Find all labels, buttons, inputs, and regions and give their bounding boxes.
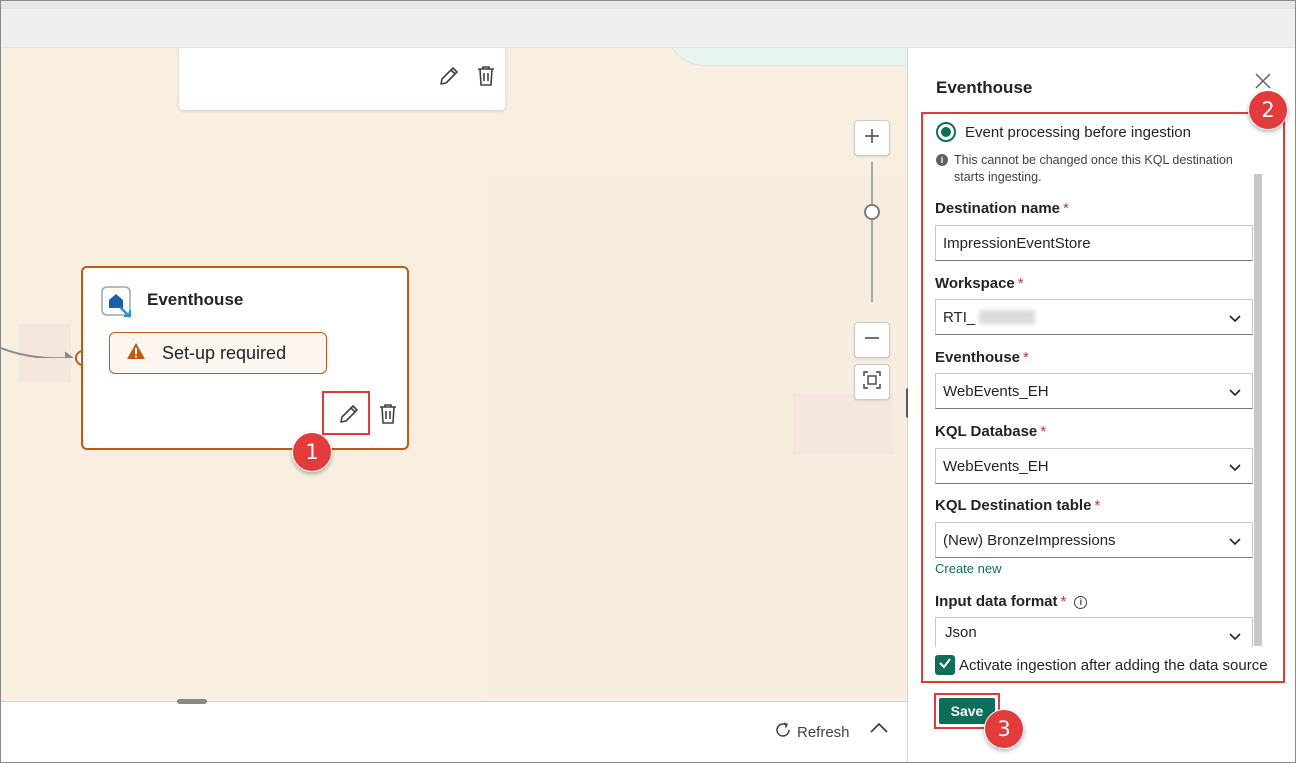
previous-node-card[interactable]	[179, 48, 505, 110]
panel-title: Eventhouse	[936, 78, 1033, 97]
chevron-down-icon	[1228, 629, 1242, 647]
edit-icon[interactable]	[437, 64, 461, 88]
zoom-out-button[interactable]	[854, 322, 890, 358]
checkmark-icon	[938, 656, 952, 675]
info-icon: i	[936, 154, 948, 166]
workspace-select[interactable]: RTI_	[935, 299, 1253, 335]
kql-table-select[interactable]: (New) BronzeImpressions	[935, 522, 1253, 558]
workspace-label: Workspace *	[935, 275, 1024, 292]
top-bar	[1, 1, 1295, 48]
kql-database-label: KQL Database *	[935, 423, 1047, 440]
connection-edge	[1, 347, 74, 358]
create-new-link[interactable]: Create new	[935, 561, 1001, 576]
edit-highlight-box	[322, 391, 370, 435]
chevron-down-icon	[1228, 460, 1242, 478]
zoom-in-button[interactable]	[854, 120, 890, 156]
fit-view-button[interactable]	[854, 364, 890, 400]
input-format-select[interactable]: Json	[935, 617, 1253, 647]
zoom-in-icon	[863, 127, 881, 150]
setup-required-text: Set-up required	[162, 342, 287, 363]
eventstream-canvas[interactable]: Eventhouse Set-up required 1	[1, 48, 907, 701]
refresh-icon	[773, 720, 793, 744]
panel-scrollbar[interactable]	[1254, 174, 1262, 646]
input-format-label: Input data format * i	[935, 593, 1088, 610]
kql-table-label: KQL Destination table *	[935, 497, 1101, 514]
delete-icon[interactable]	[475, 64, 497, 88]
refresh-label: Refresh	[797, 723, 850, 741]
destination-settings-panel: Eventhouse Event processing before inges…	[908, 48, 1295, 762]
zoom-slider-handle[interactable]	[864, 204, 880, 220]
bottom-panel-bar: Refresh	[1, 699, 907, 762]
chevron-down-icon	[1228, 311, 1242, 329]
eventhouse-label: Eventhouse *	[935, 349, 1029, 366]
warning-icon	[126, 342, 146, 365]
info-note-text: This cannot be changed once this KQL des…	[954, 153, 1233, 184]
chevron-up-icon[interactable]	[867, 716, 891, 745]
app-window: Eventhouse Set-up required 1 Refresh Eve…	[0, 0, 1296, 763]
chevron-down-icon	[1228, 534, 1242, 552]
node-title: Eventhouse	[147, 290, 244, 309]
destination-name-label: Destination name *	[935, 200, 1069, 217]
radio-selected[interactable]	[936, 122, 956, 142]
chevron-down-icon	[1228, 385, 1242, 403]
checkbox-checked[interactable]	[935, 655, 955, 675]
eventhouse-icon	[101, 286, 133, 318]
delete-icon[interactable]	[377, 402, 399, 426]
zoom-out-icon	[863, 329, 881, 352]
event-processing-radio[interactable]: Event processing before ingestion	[936, 122, 1191, 142]
callout-badge-2: 2	[1248, 90, 1288, 130]
callout-badge-1: 1	[292, 432, 332, 472]
activate-ingestion-label: Activate ingestion after adding the data…	[959, 656, 1268, 674]
radio-label: Event processing before ingestion	[965, 123, 1191, 141]
info-note: i This cannot be changed once this KQL d…	[936, 152, 1236, 186]
kql-database-select[interactable]: WebEvents_EH	[935, 448, 1253, 484]
eventhouse-select[interactable]: WebEvents_EH	[935, 373, 1253, 409]
destination-name-input[interactable]: ImpressionEventStore	[935, 225, 1253, 261]
activate-ingestion-checkbox[interactable]: Activate ingestion after adding the data…	[935, 655, 1268, 675]
setup-required-badge[interactable]: Set-up required	[109, 332, 327, 374]
fit-view-icon	[863, 370, 881, 394]
resize-handle[interactable]	[177, 699, 207, 704]
info-icon[interactable]: i	[1074, 595, 1088, 609]
refresh-button[interactable]: Refresh	[773, 720, 850, 744]
canvas-node-partial	[665, 48, 907, 66]
callout-badge-3: 3	[984, 709, 1024, 749]
zoom-slider-track[interactable]	[871, 162, 873, 302]
